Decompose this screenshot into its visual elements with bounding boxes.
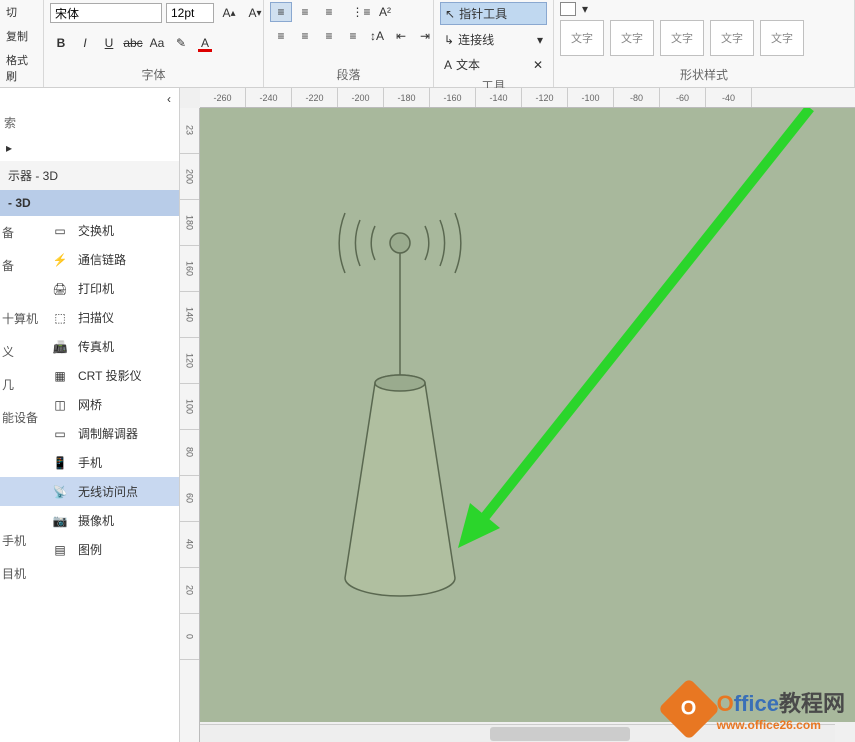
switch-icon: ▭ [50, 223, 70, 239]
align-center-button[interactable]: ≡ [294, 26, 316, 46]
italic-button[interactable]: I [74, 32, 96, 54]
paragraph-group: ≡ ≡ ≡ ⋮≡ A² ≡ ≡ ≡ ≡ ↕A ⇤ ⇥ 段落 [264, 0, 434, 87]
bold-button[interactable]: B [50, 32, 72, 54]
search-label: 索 [0, 110, 179, 135]
shape-item-label: 扫描仪 [78, 309, 114, 326]
shape-list: 备 备 十算机 义 几 能设备 手机 目机 ▭ 交换机 ⚡ 通信链路 🖨 打印机 ⬚ 扫描仪 📠… [0, 216, 179, 742]
indent-inc-button[interactable]: ⇥ [414, 26, 436, 46]
pointer-icon: ↖ [445, 7, 455, 21]
format-painter-button[interactable]: 格式刷 [6, 50, 37, 86]
shape-item-label: 传真机 [78, 338, 114, 355]
shape-styles-label: 形状样式 [560, 64, 848, 85]
collapse-panel-button[interactable]: ‹ [0, 88, 179, 110]
legend-icon: ▤ [50, 542, 70, 558]
style-preset-3[interactable]: 文字 [660, 20, 704, 56]
justify-button[interactable]: ≡ [342, 26, 364, 46]
canvas-svg [200, 108, 855, 722]
drawing-canvas[interactable] [200, 108, 855, 722]
watermark-badge: O [657, 678, 719, 740]
strikethrough-button[interactable]: abc [122, 32, 144, 54]
grow-font-button[interactable]: A▴ [218, 2, 240, 24]
ribbon: 切 复制 格式刷 板 A▴ A▾ B I U abc Aa ✎ A 字体 [0, 0, 855, 88]
style-preset-4[interactable]: 文字 [710, 20, 754, 56]
font-name-select[interactable] [50, 3, 162, 23]
fill-dropdown[interactable]: ▾ [582, 2, 588, 16]
style-gallery: 文字 文字 文字 文字 文字 [560, 20, 804, 56]
align-middle-button[interactable]: ≡ [294, 2, 316, 22]
shape-item-label: 通信链路 [78, 251, 126, 268]
font-size-select[interactable] [166, 3, 214, 23]
watermark-title: Office教程网 [717, 686, 845, 718]
shape-item-label: 手机 [78, 454, 102, 471]
copy-button[interactable]: 复制 [6, 26, 28, 46]
vertical-ruler: 23200180160140120100806040200 [180, 108, 200, 742]
watermark: O Office教程网 www.office26.com [667, 686, 845, 732]
shape-item-label: 无线访问点 [78, 483, 138, 500]
projector-icon: ▦ [50, 368, 70, 384]
scanner-icon: ⬚ [50, 310, 70, 326]
shape-item-label: 打印机 [78, 280, 114, 297]
canvas-area: -260-240-220-200-180-160-140-120-100-80-… [180, 88, 855, 742]
paragraph-label: 段落 [270, 64, 427, 85]
style-preset-1[interactable]: 文字 [560, 20, 604, 56]
category-2[interactable]: - 3D [0, 190, 179, 216]
cut-button[interactable]: 切 [6, 2, 17, 22]
align-left-button[interactable]: ≡ [270, 26, 292, 46]
shape-item-label: CRT 投影仪 [78, 367, 142, 384]
text-icon: A [444, 58, 452, 72]
shape-item-label: 网桥 [78, 396, 102, 413]
connector-tool-button[interactable]: ↳连接线▾ [440, 29, 547, 50]
shrink-font-button[interactable]: A▾ [244, 2, 266, 24]
shape-item-label: 摄像机 [78, 512, 114, 529]
fill-swatch[interactable] [560, 2, 576, 16]
shape-item-label: 图例 [78, 541, 102, 558]
clipboard-group: 切 复制 格式刷 板 [0, 0, 44, 87]
wireless-access-point-shape[interactable] [339, 213, 461, 596]
font-group: A▴ A▾ B I U abc Aa ✎ A 字体 [44, 0, 264, 87]
align-top-button[interactable]: ≡ [270, 2, 292, 22]
text-tool-button[interactable]: A文本✕ [440, 54, 547, 75]
text-direction-button[interactable]: ↕A [366, 26, 388, 46]
bridge-icon: ◫ [50, 397, 70, 413]
modem-icon: ▭ [50, 426, 70, 442]
shape-item-label: 调制解调器 [78, 425, 138, 442]
style-preset-2[interactable]: 文字 [610, 20, 654, 56]
connector-icon: ↳ [444, 33, 454, 47]
expand-icon[interactable]: ▸ [0, 135, 179, 161]
style-preset-5[interactable]: 文字 [760, 20, 804, 56]
scrollbar-thumb[interactable] [490, 727, 630, 741]
wap-icon: 📡 [50, 484, 70, 500]
indent-dec-button[interactable]: ⇤ [390, 26, 412, 46]
shape-styles-group: ▾ 文字 文字 文字 文字 文字 形状样式 [554, 0, 855, 87]
underline-button[interactable]: U [98, 32, 120, 54]
tools-group: ↖指针工具 ↳连接线▾ A文本✕ 工具 [434, 0, 554, 87]
superscript-button[interactable]: A² [374, 2, 396, 22]
align-bottom-button[interactable]: ≡ [318, 2, 340, 22]
annotation-arrow [458, 108, 810, 548]
fax-icon: 📠 [50, 339, 70, 355]
watermark-url: www.office26.com [717, 718, 845, 732]
printer-icon: 🖨 [50, 281, 70, 297]
font-label: 字体 [50, 64, 257, 85]
change-case-button[interactable]: Aa [146, 32, 168, 54]
camera-icon: 📷 [50, 513, 70, 529]
shape-item-label: 交换机 [78, 222, 114, 239]
category-1[interactable]: 示器 - 3D [0, 161, 179, 190]
shapes-panel: ‹ 索 ▸ 示器 - 3D - 3D 备 备 十算机 义 几 能设备 手机 目机… [0, 88, 180, 742]
phone-icon: 📱 [50, 455, 70, 471]
horizontal-ruler: -260-240-220-200-180-160-140-120-100-80-… [200, 88, 855, 108]
font-color-button[interactable]: A [194, 32, 216, 54]
main: ‹ 索 ▸ 示器 - 3D - 3D 备 备 十算机 义 几 能设备 手机 目机… [0, 88, 855, 742]
link-icon: ⚡ [50, 252, 70, 268]
pointer-tool-button[interactable]: ↖指针工具 [440, 2, 547, 25]
highlight-button[interactable]: ✎ [170, 32, 192, 54]
align-right-button[interactable]: ≡ [318, 26, 340, 46]
left-fragments: 备 备 十算机 义 几 能设备 手机 目机 [0, 216, 40, 590]
bullets-button[interactable]: ⋮≡ [350, 2, 372, 22]
